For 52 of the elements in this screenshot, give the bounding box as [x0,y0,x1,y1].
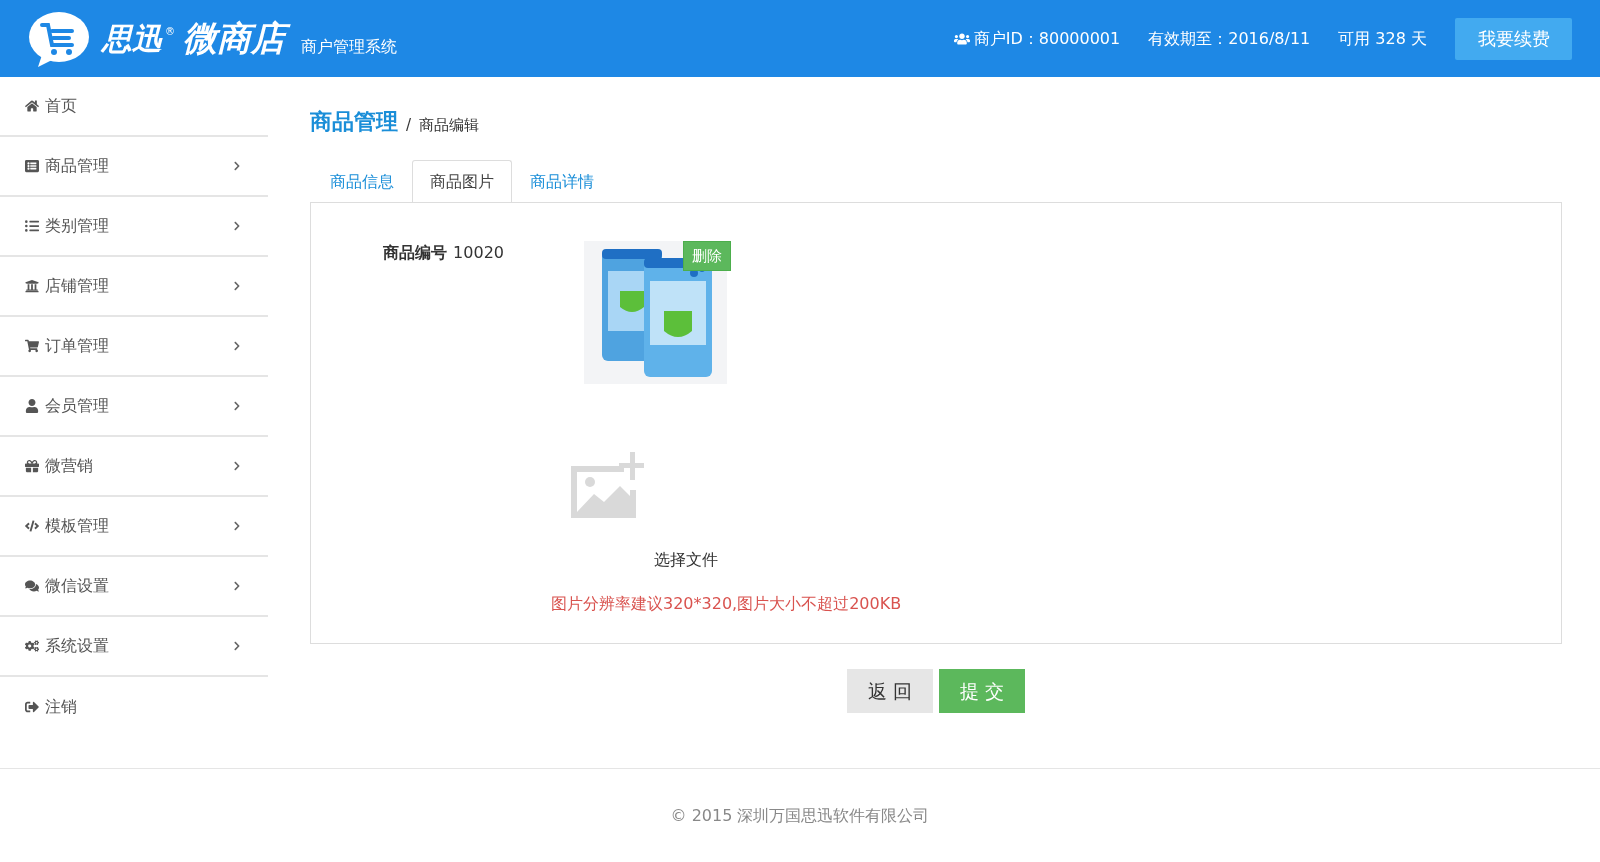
sidebar-item[interactable]: 商品管理 [0,137,268,197]
merchant-id: 商户ID：80000001 [973,27,1121,50]
chevron-icon [232,161,242,171]
breadcrumb-separator: / [406,114,412,136]
user-icon [25,399,39,413]
chevron-icon [232,641,242,651]
tab[interactable]: 商品信息 [312,160,412,203]
chevron-icon [232,281,242,291]
bank-building-icon [25,279,39,293]
chat-cart-logo-icon [28,10,90,67]
system-subtitle: 商户管理系统 [301,35,397,58]
expiry-date: 有效期至：2016/8/11 [1148,27,1311,50]
chevron-icon [232,521,242,531]
chevron-icon [232,341,242,351]
breadcrumb-current: 商品编辑 [419,114,480,136]
copyright-text: © 2015 深圳万国思迅软件有限公司 [670,804,930,827]
add-image-icon [568,452,644,520]
sidebar-item[interactable]: 类别管理 [0,197,268,257]
chevron-icon [232,221,242,231]
sidebar-item[interactable]: 微营销 [0,437,268,497]
cart-icon [25,339,39,353]
gears-icon [25,639,39,653]
registered-mark: ® [165,25,175,39]
home-icon [25,99,39,113]
image-size-hint: 图片分辨率建议320*320,图片大小不超过200KB [551,593,903,615]
back-button[interactable]: 返 回 [847,669,933,713]
tab[interactable]: 商品详情 [512,160,612,203]
product-name: 微商店 [183,13,289,64]
chevron-icon [232,581,242,591]
sidebar-item[interactable]: 首页 [0,77,268,137]
sidebar-item[interactable]: 订单管理 [0,317,268,377]
product-code-value: 10020 [453,243,504,262]
tab[interactable]: 商品图片 [412,160,512,203]
sidebar-item[interactable]: 系统设置 [0,617,268,677]
gift-icon [25,459,39,473]
list-icon [25,219,39,233]
chat-bubbles-icon [25,579,39,593]
sidebar-item[interactable]: 店铺管理 [0,257,268,317]
sidebar-item[interactable]: 模板管理 [0,497,268,557]
code-icon [25,519,39,533]
sidebar-item[interactable]: 注销 [0,677,268,737]
breadcrumb-link[interactable]: 商品管理 [310,105,398,138]
choose-file-button[interactable]: 选择文件 [654,548,718,572]
sign-out-icon [25,700,39,714]
list-card-icon [25,159,39,173]
sidebar-item[interactable]: 会员管理 [0,377,268,437]
days-remaining: 可用 328 天 [1338,27,1427,50]
chevron-icon [232,401,242,411]
product-code-label: 商品编号 [383,243,448,262]
sidebar-item[interactable]: 微信设置 [0,557,268,617]
chevron-icon [232,461,242,471]
brand-name: 思迅 [102,20,164,58]
